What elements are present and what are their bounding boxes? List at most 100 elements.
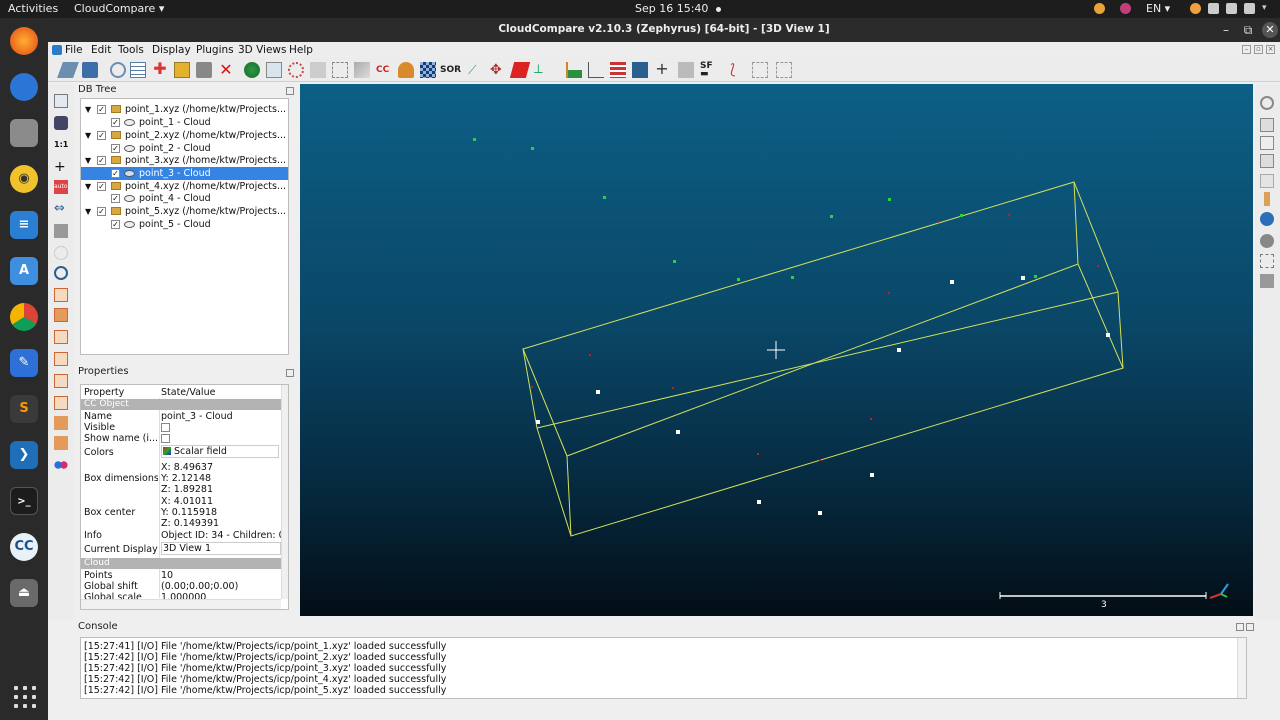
- menu-3d-views[interactable]: 3D Views: [238, 44, 287, 56]
- fullscreen-icon[interactable]: [54, 94, 68, 108]
- colors-select[interactable]: Scalar field: [161, 445, 279, 458]
- compare-icon[interactable]: CC: [376, 62, 392, 78]
- app-menu[interactable]: CloudCompare ▾: [74, 2, 164, 15]
- console-log[interactable]: [15:27:41] [I/O] File '/home/ktw/Project…: [80, 637, 1247, 699]
- visibility-checkbox[interactable]: ✓: [97, 156, 106, 165]
- open-icon[interactable]: [57, 62, 79, 78]
- plugin-d-icon[interactable]: [1260, 174, 1274, 188]
- menu-tools[interactable]: Tools: [118, 44, 144, 56]
- align-icon[interactable]: [354, 62, 370, 78]
- sf-arith-icon[interactable]: [678, 62, 694, 78]
- restore-icon[interactable]: ⧉: [1240, 22, 1256, 38]
- firefox-icon[interactable]: [10, 27, 38, 55]
- chrome-tray-icon[interactable]: [1094, 3, 1105, 14]
- minimize-icon[interactable]: –: [1218, 22, 1234, 38]
- console-close-icon[interactable]: [1246, 623, 1254, 631]
- properties-vscrollbar[interactable]: [281, 385, 288, 599]
- visible-checkbox[interactable]: [161, 423, 170, 432]
- tree-item-point4-cloud[interactable]: ✓ point_4 - Cloud: [81, 192, 288, 205]
- sf-convert-icon[interactable]: [776, 62, 792, 78]
- visibility-checkbox[interactable]: ✓: [111, 144, 120, 153]
- iso-front-icon[interactable]: [54, 416, 68, 430]
- visibility-checkbox[interactable]: ✓: [111, 169, 120, 178]
- menu-help[interactable]: Help: [289, 44, 313, 56]
- left-view-icon[interactable]: [54, 330, 68, 344]
- show-applications-icon[interactable]: [14, 686, 36, 708]
- raster-icon[interactable]: [420, 62, 436, 78]
- color-toggle-icon[interactable]: [54, 458, 68, 472]
- transform-icon[interactable]: [110, 62, 126, 78]
- db-tree-float-icon[interactable]: [286, 87, 294, 95]
- menu-edit[interactable]: Edit: [91, 44, 111, 56]
- writer-icon[interactable]: ≡: [10, 211, 38, 239]
- app-tray-icon[interactable]: [1120, 3, 1131, 14]
- rotation-icon[interactable]: ⇔: [54, 202, 68, 216]
- plugin-h-icon[interactable]: [1260, 254, 1274, 268]
- terminal-icon[interactable]: >_: [10, 487, 38, 515]
- bottom-view-icon[interactable]: [54, 396, 68, 410]
- plugin-f-icon[interactable]: [1260, 212, 1274, 226]
- rhythmbox-icon[interactable]: ◉: [10, 165, 38, 193]
- sf-gradient-icon[interactable]: [632, 62, 648, 78]
- console-scrollbar[interactable]: [1237, 638, 1246, 698]
- sublime-icon[interactable]: S: [10, 395, 38, 423]
- close-icon[interactable]: ✕: [1262, 22, 1278, 38]
- plugin-g-icon[interactable]: [1260, 234, 1274, 248]
- filter-sf-icon[interactable]: ⟅: [730, 62, 746, 78]
- sf-icon[interactable]: SF ▬: [700, 62, 720, 79]
- visibility-checkbox[interactable]: ✓: [111, 118, 120, 127]
- plugin-i-icon[interactable]: [1260, 274, 1274, 288]
- visibility-checkbox[interactable]: ✓: [111, 194, 120, 203]
- expand-arrow-icon[interactable]: ▼: [85, 103, 91, 116]
- vscode-icon[interactable]: ❯: [10, 441, 38, 469]
- night-light-icon[interactable]: [1190, 3, 1201, 14]
- volume-icon[interactable]: [1226, 3, 1237, 14]
- right-view-icon[interactable]: [54, 374, 68, 388]
- properties-float-icon[interactable]: [286, 369, 294, 377]
- network-icon[interactable]: [1208, 3, 1219, 14]
- plugin-a-icon[interactable]: [1260, 118, 1274, 132]
- front-view-icon[interactable]: [54, 308, 68, 322]
- visibility-checkbox[interactable]: ✓: [111, 220, 120, 229]
- segment-icon[interactable]: [266, 62, 282, 78]
- console-float-icon[interactable]: [1236, 623, 1244, 631]
- 3d-view[interactable]: 3: [300, 84, 1253, 616]
- normals-icon[interactable]: ⟋: [468, 62, 484, 78]
- visibility-checkbox[interactable]: ✓: [97, 182, 106, 191]
- plugin-b-icon[interactable]: [1260, 136, 1274, 150]
- auto-pivot-icon[interactable]: auto: [54, 180, 68, 194]
- back-view-icon[interactable]: [54, 352, 68, 366]
- mdi-restore-icon[interactable]: ▫: [1254, 45, 1263, 54]
- visibility-checkbox[interactable]: ✓: [97, 207, 106, 216]
- list-icon[interactable]: [130, 62, 146, 78]
- files-icon[interactable]: [10, 119, 38, 147]
- delete-icon[interactable]: ✕: [218, 62, 234, 78]
- iso-back-icon[interactable]: [54, 436, 68, 450]
- visibility-checkbox[interactable]: ✓: [97, 131, 106, 140]
- sample-icon[interactable]: [244, 62, 260, 78]
- expand-arrow-icon[interactable]: ▼: [85, 129, 91, 142]
- menu-display[interactable]: Display: [152, 44, 191, 56]
- add-point-icon[interactable]: ✚: [152, 61, 168, 78]
- perspective-icon[interactable]: [54, 224, 68, 238]
- pivot-icon[interactable]: +: [54, 160, 68, 174]
- zoom-icon[interactable]: [54, 266, 68, 280]
- usb-icon[interactable]: ⏏: [10, 579, 38, 607]
- prop-name-value[interactable]: point_3 - Cloud: [161, 411, 233, 422]
- pick-icon[interactable]: ✥: [490, 62, 506, 78]
- tree-item-point3-cloud[interactable]: ✓ point_3 - Cloud: [81, 167, 288, 180]
- measure-icon[interactable]: ⟂: [534, 62, 550, 78]
- sor-filter-icon[interactable]: SOR: [440, 62, 461, 78]
- plugin-c-icon[interactable]: [1260, 154, 1274, 168]
- sf-scale-icon[interactable]: [752, 62, 768, 78]
- tree-item-point1-cloud[interactable]: ✓ point_1 - Cloud: [81, 116, 288, 129]
- system-menu-icon[interactable]: ▾: [1262, 3, 1273, 14]
- light-icon[interactable]: [54, 246, 68, 260]
- new-group-icon[interactable]: [174, 62, 190, 78]
- tree-item-point3-file[interactable]: ▼ ✓ point_3.xyz (/home/ktw/Projects...: [81, 154, 288, 167]
- language-menu[interactable]: EN ▾: [1146, 2, 1170, 15]
- activities-button[interactable]: Activities: [8, 2, 58, 15]
- tree-item-point2-file[interactable]: ▼ ✓ point_2.xyz (/home/ktw/Projects...: [81, 129, 288, 142]
- tree-item-point5-cloud[interactable]: ✓ point_5 - Cloud: [81, 218, 288, 231]
- chart-icon[interactable]: [588, 62, 604, 78]
